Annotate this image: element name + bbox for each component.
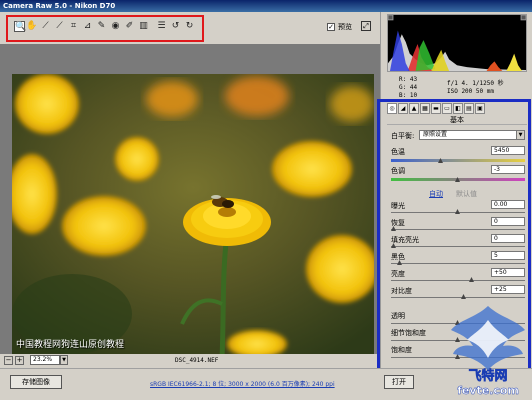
photo-preview[interactable]: 中国教程网狗连山原创教程 <box>12 74 374 358</box>
white-balance-select[interactable]: 原照设置 ▼ <box>419 130 525 140</box>
detail-tab-icon[interactable]: ▲ <box>409 103 419 114</box>
temperature-thumb[interactable] <box>438 158 443 163</box>
fill-light-label: 填充亮光 <box>391 236 419 244</box>
hand-tool-icon[interactable]: ✋ <box>26 21 37 32</box>
histogram-graph <box>388 15 526 71</box>
crop-tool-icon[interactable]: ⌗ <box>68 21 79 32</box>
recovery-field[interactable]: 0 <box>491 217 525 226</box>
split-toning-tab-icon[interactable]: ▬ <box>431 103 441 114</box>
status-bar: − + 23.2% ▼ DSC_4914.NEF <box>0 354 380 368</box>
green-value: G: 44 <box>399 84 418 91</box>
white-balance-value: 原照设置 <box>423 131 448 138</box>
brightness-label: 亮度 <box>391 270 405 278</box>
saturation-label: 饱和度 <box>391 346 412 354</box>
zoom-level-field[interactable]: 23.2% <box>30 355 60 365</box>
toolbar: 🔍 ✋ ⟋ ⟋ ⌗ ⊿ ✎ ◉ ✐ ▥ ☰ ↺ ↻ ✓ 预览 ⤢ <box>0 12 380 44</box>
hsl-tab-icon[interactable]: ▦ <box>420 103 430 114</box>
preferences-tool-icon[interactable]: ☰ <box>156 21 167 32</box>
panel-tabs: ◎ ◢ ▲ ▦ ▬ ▭ ◧ ▤ ▣ <box>387 103 527 115</box>
logo-subtext: fevte.com <box>457 384 519 397</box>
image-canvas[interactable]: 中国教程网狗连山原创教程 <box>0 44 380 358</box>
temperature-label: 色温 <box>391 148 405 156</box>
blacks-label: 黑色 <box>391 253 405 261</box>
basic-tab-icon[interactable]: ◎ <box>387 103 397 114</box>
white-balance-tool-icon[interactable]: ⟋ <box>40 21 51 32</box>
adjustment-brush-tool-icon[interactable]: ✐ <box>124 21 135 32</box>
exposure-slider[interactable] <box>391 209 525 215</box>
exposure-label: 曝光 <box>391 202 405 210</box>
straighten-tool-icon[interactable]: ⊿ <box>82 21 93 32</box>
workflow-options-link[interactable]: sRGB IEC61966-2.1; 8 位; 3000 x 2000 (6.0… <box>150 379 335 388</box>
tint-field[interactable]: -3 <box>491 165 525 174</box>
clarity-label: 透明 <box>391 312 405 320</box>
tint-label: 色调 <box>391 167 405 175</box>
presets-tab-icon[interactable]: ▤ <box>464 103 474 114</box>
fill-light-field[interactable]: 0 <box>491 234 525 243</box>
contrast-label: 对比度 <box>391 287 412 295</box>
white-balance-label: 白平衡: <box>391 132 415 140</box>
recovery-label: 恢复 <box>391 219 405 227</box>
tone-curve-tab-icon[interactable]: ◢ <box>398 103 408 114</box>
blacks-field[interactable]: 5 <box>491 251 525 260</box>
recovery-slider[interactable] <box>391 226 525 232</box>
window-title: Camera Raw 5.0 - Nikon D70 <box>0 0 532 12</box>
iso-focal: ISO 200 50 mm <box>447 88 494 95</box>
aperture-shutter: f/1 4. 1/1250 秒 <box>447 80 504 87</box>
watermark-text: 中国教程网狗连山原创教程 <box>16 340 125 350</box>
zoom-dropdown-icon[interactable]: ▼ <box>60 355 68 365</box>
brightness-slider[interactable] <box>391 277 525 283</box>
site-logo: 飞特网 fevte.com <box>451 306 525 397</box>
fill-light-slider[interactable] <box>391 243 525 249</box>
logo-text: 飞特网 <box>468 368 507 384</box>
red-eye-tool-icon[interactable]: ◉ <box>110 21 121 32</box>
vibrance-label: 细节饱和度 <box>391 329 426 337</box>
chevron-down-icon: ▼ <box>516 131 524 139</box>
exposure-field[interactable]: 0.00 <box>491 200 525 209</box>
zoom-in-button[interactable]: + <box>15 356 24 365</box>
snapshots-tab-icon[interactable]: ▣ <box>475 103 485 114</box>
rotate-right-tool-icon[interactable]: ↻ <box>184 21 195 32</box>
panel-title: 基本 <box>387 116 527 125</box>
tint-slider[interactable] <box>391 177 525 182</box>
zoom-out-button[interactable]: − <box>4 356 13 365</box>
rotate-left-tool-icon[interactable]: ↺ <box>170 21 181 32</box>
filename-label: DSC_4914.NEF <box>175 357 219 364</box>
preview-checkbox[interactable]: ✓ <box>327 23 335 31</box>
brightness-field[interactable]: +50 <box>491 268 525 277</box>
blacks-slider[interactable] <box>391 260 525 266</box>
temperature-slider[interactable] <box>391 158 525 163</box>
camera-calibration-tab-icon[interactable]: ◧ <box>453 103 463 114</box>
fullscreen-icon[interactable]: ⤢ <box>361 21 371 31</box>
contrast-field[interactable]: +25 <box>491 285 525 294</box>
tint-thumb[interactable] <box>455 177 460 182</box>
color-sampler-tool-icon[interactable]: ⟋ <box>54 21 65 32</box>
open-image-button[interactable]: 打开 <box>384 375 414 389</box>
graduated-filter-tool-icon[interactable]: ▥ <box>138 21 149 32</box>
photo-artwork <box>12 74 374 358</box>
zoom-tool-icon[interactable]: 🔍 <box>14 21 26 32</box>
red-value: R: 43 <box>399 76 418 83</box>
histogram <box>387 14 527 72</box>
temperature-field[interactable]: 5450 <box>491 146 525 155</box>
save-image-button[interactable]: 存储图像 <box>10 375 62 389</box>
lens-tab-icon[interactable]: ▭ <box>442 103 452 114</box>
default-link[interactable]: 默认值 <box>456 189 477 199</box>
retouch-tool-icon[interactable]: ✎ <box>96 21 107 32</box>
auto-link[interactable]: 自动 <box>429 189 443 199</box>
preview-label: 预览 <box>338 23 352 31</box>
